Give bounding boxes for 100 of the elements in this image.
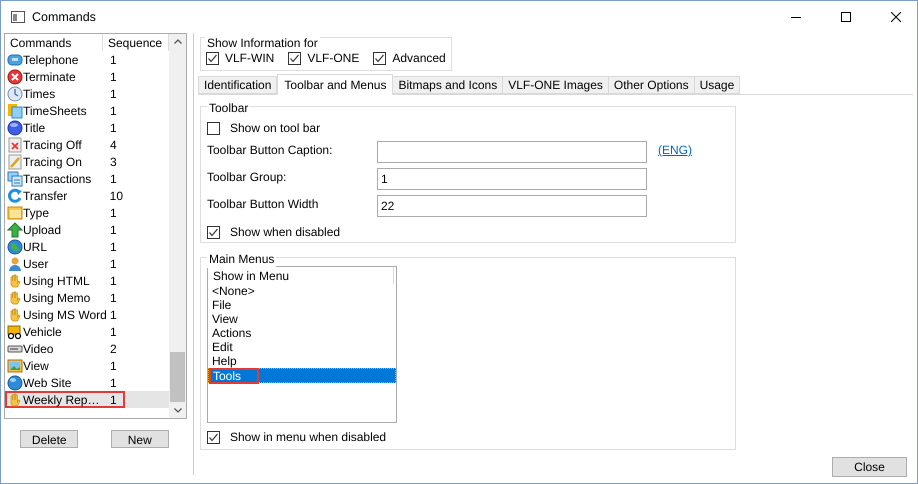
list-row[interactable]: URL 1 [5,238,169,255]
globe-icon [7,374,23,390]
input-field[interactable]: 1 [377,168,647,190]
field-label: Toolbar Button Width [207,196,320,213]
list-item[interactable]: Help [208,354,396,368]
list-row[interactable]: Terminate 1 [5,68,169,85]
checkbox[interactable] [207,122,220,134]
list-row[interactable]: Upload 1 [5,221,169,238]
list-row[interactable]: Tracing On 3 [5,153,169,170]
table-cell-text: Type [23,204,50,222]
globe-icon [7,238,23,254]
table-cell-text: Times [23,86,56,102]
document-icon [7,136,23,152]
checkbox[interactable] [206,52,219,64]
picture-frame-icon [7,358,23,374]
table-cell-text: 1 [109,238,117,256]
scroll-up-icon[interactable] [174,39,182,44]
list-row[interactable]: User 1 [5,255,169,272]
pencil-icon [7,154,23,170]
button[interactable]: New [110,430,169,448]
table-cell-text: 1 [109,290,117,306]
list-row[interactable]: Tracing Off 4 [5,136,169,153]
table-cell-text: 4 [109,136,117,154]
checkbox-label: VLF-ONE [307,50,360,67]
table-cell-text: Tracing Off [23,136,82,154]
table-cell-text: 1 [109,306,117,324]
checkbox[interactable] [373,52,386,64]
table-cell-text: 1 [109,358,117,374]
column-header[interactable]: Commands [5,34,103,51]
table-cell-text: Using MS Word [23,306,107,324]
list-row[interactable]: Web Site 1 [5,374,169,391]
table-cell-text: 1 [109,52,117,68]
link[interactable]: (ENG) [658,141,692,159]
button[interactable]: Delete [20,430,78,448]
table-cell-text: Vehicle [23,324,62,340]
list-row[interactable]: TimeSheets 1 [5,102,169,119]
checkbox-label: Show in menu when disabled [230,429,386,446]
checkbox[interactable] [288,52,302,64]
list-row[interactable]: Title 1 [5,119,169,136]
column-header[interactable]: Show in Menu [208,267,394,284]
input-field[interactable] [377,141,647,163]
list-row[interactable]: Times 1 [5,85,169,102]
arrow-up-icon [7,222,23,238]
table-cell-text: View [23,358,49,374]
checkbox-label: Show when disabled [230,224,340,241]
list-row[interactable]: Transactions 1 [5,170,169,187]
table-cell-text: 1 [109,272,117,290]
input-field[interactable]: 22 [377,195,647,217]
list-row[interactable]: Vehicle 1 [5,323,169,340]
list-item[interactable]: Edit [208,340,396,354]
phone-icon [7,52,23,68]
list-row[interactable]: Weekly Rep… 1 [5,391,169,408]
list-row[interactable]: Telephone 1 [5,51,169,68]
close-icon[interactable] [891,12,901,22]
table-cell-text: 1 [109,392,117,408]
table-cell-text: URL [23,238,48,256]
refresh-icon [7,188,23,204]
clock-icon [7,86,23,102]
field-label: Toolbar Button Caption: [207,142,334,159]
checkbox[interactable] [207,430,220,444]
table-cell-text: 1 [109,68,117,86]
list-item[interactable]: View [208,312,396,326]
list-item[interactable]: <None> [208,284,396,298]
tab[interactable]: Other Options [608,76,695,94]
list-item[interactable]: Actions [208,326,396,340]
maximize-icon[interactable] [841,12,851,22]
scroll-thumb[interactable] [170,352,185,402]
table-cell-text: 1 [109,256,117,272]
table-cell-text: 2 [109,340,117,358]
tab[interactable]: VLF-ONE Images [503,76,609,94]
table-cell-text: 1 [109,102,117,120]
list-item[interactable]: File [208,298,396,312]
list-row[interactable]: Transfer 10 [5,187,169,204]
checkbox-label: Show on tool bar [230,120,320,137]
list-row[interactable]: Using HTML 1 [5,272,169,289]
checkbox-label: VLF-WIN [225,50,274,67]
list-item[interactable]: Tools [208,368,396,383]
close-button[interactable]: Close [832,457,907,477]
scrollbar[interactable] [169,34,186,418]
checkbox-label: Advanced [392,50,446,67]
table-cell-text: 1 [109,324,117,340]
table-cell-text: 1 [109,374,117,392]
list-row[interactable]: View 1 [5,357,169,374]
tab[interactable]: Usage [694,76,740,94]
list-row[interactable]: Video 2 [5,340,169,357]
table-cell-text: Using HTML [23,272,90,290]
tab[interactable]: Bitmaps and Icons [393,76,504,94]
scroll-down-icon[interactable] [174,408,182,413]
table-cell-text: Using Memo [23,290,90,306]
list-row[interactable]: Using MS Word 1 [5,306,169,323]
list-row[interactable]: Using Memo 1 [5,289,169,306]
tab[interactable]: Toolbar and Menus [277,74,394,95]
list-box[interactable]: Show in Menu <None> File View Actions Edit Help Tools [207,266,397,423]
person-icon [7,256,23,272]
table-cell-text: 1 [109,170,117,188]
table-cell-text: Transactions [23,170,92,188]
table-cell-text: 1 [109,120,117,136]
list-row[interactable]: Type 1 [5,204,169,221]
checkbox[interactable] [207,226,220,238]
tab[interactable]: Identification [198,76,278,94]
